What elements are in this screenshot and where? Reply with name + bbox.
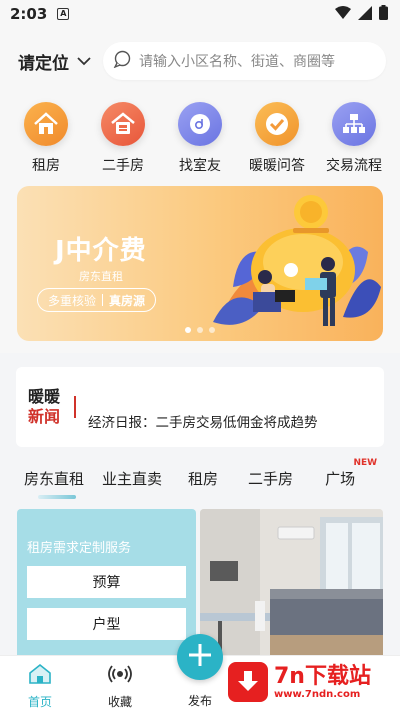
location-label: 请定位 [18, 53, 69, 74]
plus-icon [187, 642, 213, 672]
category-qa[interactable]: 暖暖问答 [239, 102, 315, 186]
tab-plaza[interactable]: 广场 NEW [325, 458, 377, 489]
signal-icon [358, 5, 372, 24]
location-selector[interactable]: 请定位 [18, 49, 91, 74]
banner-title: J中介费 [55, 236, 147, 266]
search-placeholder: 请输入小区名称、街道、商圈等 [139, 54, 335, 70]
tab-plaza-label: 广场 [325, 469, 356, 488]
nav-publish-label: 发布 [187, 694, 212, 708]
category-label: 交易流程 [326, 158, 382, 174]
banner-pill: 多重核验 真房源 [37, 288, 157, 312]
news-divider [74, 396, 77, 418]
banner-illustration [213, 195, 381, 326]
service-card: 租房需求定制服务 预算 户型 [17, 509, 196, 657]
banner-pill-left: 多重核验 [48, 293, 97, 308]
category-label: 租房 [32, 158, 60, 174]
status-time: 2:03 [10, 5, 48, 23]
chevron-down-icon [77, 51, 91, 71]
new-badge: NEW [353, 457, 378, 468]
carousel-dot[interactable] [185, 327, 191, 333]
checkmark-icon [255, 102, 299, 146]
tab-owner-sale[interactable]: 业主直卖 [102, 468, 162, 489]
banner-slide[interactable]: J中介费 房东直租 多重核验 真房源 [17, 186, 383, 341]
watermark-url: www.7ndn.com [274, 688, 361, 700]
banner-pill-right: 真房源 [109, 293, 146, 308]
search-input[interactable]: 请输入小区名称、街道、商圈等 [103, 42, 386, 80]
category-label: 暖暖问答 [249, 158, 305, 174]
top-bar: 请定位 请输入小区名称、街道、商圈等 [0, 28, 400, 94]
news-tag-bottom: 新闻 [28, 407, 61, 426]
nav-favorites[interactable]: 收藏 [80, 656, 160, 710]
battery-icon [379, 4, 388, 24]
category-process[interactable]: 交易流程 [316, 102, 392, 186]
category-label: 找室友 [179, 158, 221, 174]
active-tab-indicator [38, 495, 76, 499]
tab-rent[interactable]: 租房 [188, 468, 218, 489]
status-bar: 2:03 A [0, 0, 400, 28]
watermark-title: 7n下载站 [274, 663, 371, 689]
carousel-dot[interactable] [209, 327, 215, 333]
service-card-title: 租房需求定制服务 [27, 541, 132, 556]
watermark: 7n下载站 www.7ndn.com [228, 657, 394, 707]
publish-fab-button[interactable] [177, 634, 223, 680]
listing-tabs: 房东直租 业主直卖 租房 二手房 广场 NEW [0, 447, 400, 509]
banner-carousel: J中介费 房东直租 多重核验 真房源 [0, 186, 400, 353]
news-tag: 暖暖 新闻 [28, 387, 60, 427]
second-hand-house-icon [101, 102, 145, 146]
download-arrow-icon [228, 662, 268, 702]
nav-home[interactable]: 首页 [0, 656, 80, 710]
nav-home-label: 首页 [27, 695, 52, 709]
wifi-icon [335, 5, 351, 24]
search-bubble-icon [113, 50, 131, 72]
notification-icon: A [57, 8, 70, 20]
house-icon [24, 102, 68, 146]
category-nav: 租房 二手房 找室友 暖暖问答 交易流程 [0, 94, 400, 186]
category-second-hand[interactable]: 二手房 [85, 102, 161, 186]
layout-option-button[interactable]: 户型 [27, 608, 186, 640]
tab-second-hand[interactable]: 二手房 [248, 468, 293, 489]
radio-waves-icon [108, 663, 132, 689]
carousel-dots[interactable] [185, 327, 215, 333]
flowchart-icon [332, 102, 376, 146]
category-label: 二手房 [102, 158, 144, 174]
banner-subtitle: 房东直租 [79, 270, 123, 283]
category-roommate[interactable]: 找室友 [162, 102, 238, 186]
budget-option-button[interactable]: 预算 [27, 566, 186, 598]
news-headline: 经济日报：二手房交易低佣金将成趋势 [88, 415, 318, 431]
listing-photo[interactable] [200, 509, 383, 657]
room-photo [200, 509, 383, 657]
tab-landlord-rent[interactable]: 房东直租 [24, 468, 84, 489]
home-icon [28, 663, 52, 689]
category-rent[interactable]: 租房 [8, 102, 84, 186]
carousel-dot[interactable] [197, 327, 203, 333]
roommate-icon [178, 102, 222, 146]
news-tag-top: 暖暖 [28, 387, 61, 406]
nav-favorites-label: 收藏 [107, 695, 132, 709]
news-ticker[interactable]: 暖暖 新闻 经济日报：二手房交易低佣金将成趋势 [16, 367, 384, 447]
